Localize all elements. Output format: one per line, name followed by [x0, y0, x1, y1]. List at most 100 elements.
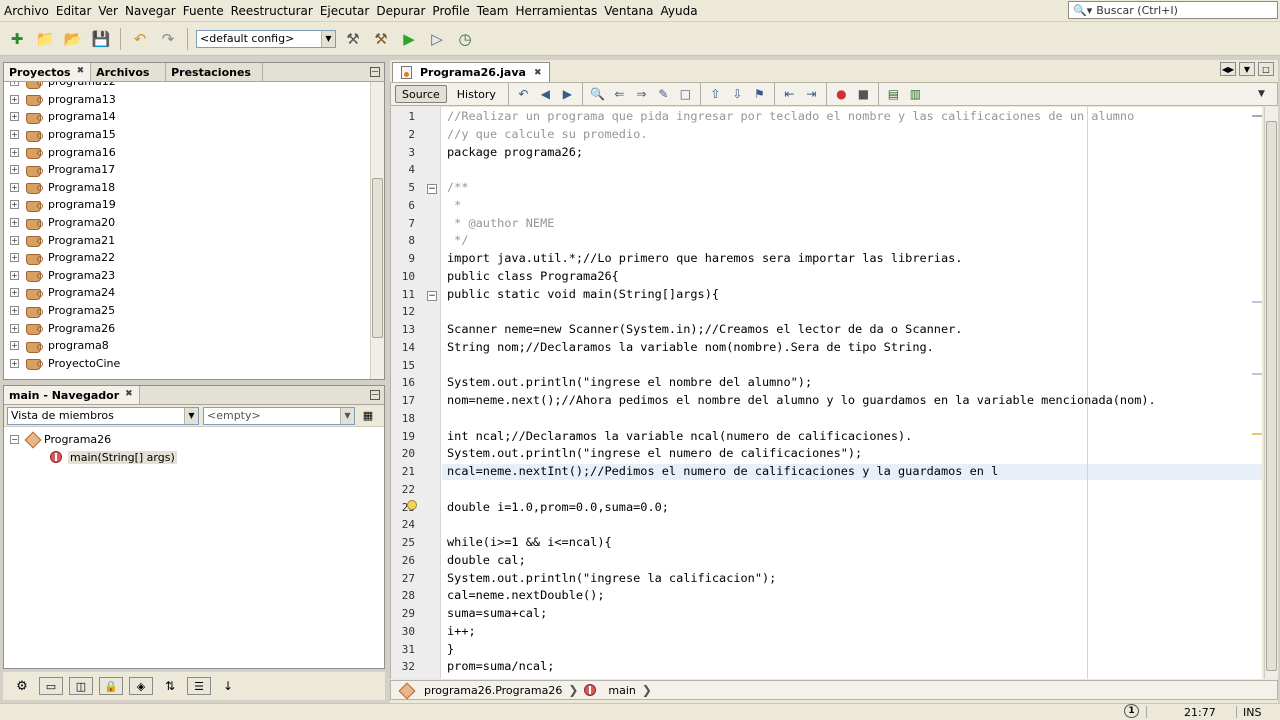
tree-item[interactable]: + Programa25 — [4, 302, 370, 320]
menu-depurar[interactable]: Depurar — [372, 4, 428, 18]
menu-navegar[interactable]: Navegar — [121, 4, 179, 18]
search-input[interactable]: 🔍▾ Buscar (Ctrl+I) — [1068, 1, 1278, 19]
empty-select[interactable]: <empty> ▼ — [203, 406, 355, 425]
close-icon[interactable]: ✖ — [534, 68, 542, 78]
comment-icon[interactable]: ▤ — [884, 85, 903, 103]
expand-icon[interactable]: + — [10, 288, 19, 298]
redo-icon[interactable]: ↷ — [157, 28, 179, 50]
chevron-down-icon[interactable]: ▼ — [1239, 62, 1255, 76]
start-macro-icon[interactable]: ● — [832, 85, 851, 103]
last-edit-icon[interactable]: ↶ — [514, 85, 533, 103]
tree-item[interactable]: + ProyectoCine — [4, 355, 370, 373]
close-icon[interactable]: ✖ — [125, 389, 133, 404]
expand-icon[interactable]: + — [10, 323, 19, 333]
minimize-icon[interactable]: — — [370, 67, 380, 77]
expand-icon[interactable]: + — [10, 147, 19, 157]
clean-build-icon[interactable]: ⚒ — [370, 28, 392, 50]
tab-history[interactable]: History — [450, 85, 503, 103]
code-editor[interactable]: 12345−67891011−1213141516171819202122232… — [390, 107, 1262, 679]
navigator-class-row[interactable]: − Programa26 — [10, 430, 384, 448]
tree-item[interactable]: + programa19 — [4, 196, 370, 214]
warning-mark[interactable] — [1252, 373, 1262, 375]
tree-scrollbar[interactable] — [370, 82, 384, 379]
uncomment-icon[interactable]: ▥ — [906, 85, 925, 103]
expand-icon[interactable]: + — [10, 218, 19, 228]
scrollbar-thumb[interactable] — [1266, 121, 1277, 671]
expand-icon[interactable]: + — [10, 253, 19, 263]
menu-herramientas[interactable]: Herramientas — [511, 4, 600, 18]
new-project-icon[interactable]: 📁 — [34, 28, 56, 50]
navigator-method-row[interactable]: main(String[] args) — [10, 448, 384, 466]
expand-icon[interactable]: + — [10, 341, 19, 351]
expand-icon[interactable]: + — [10, 200, 19, 210]
fields-filter-icon[interactable]: ▭ — [39, 677, 63, 695]
expand-icon[interactable]: + — [10, 165, 19, 175]
expand-toolbar-icon[interactable]: ▼ — [1252, 85, 1271, 103]
static-filter-icon[interactable]: ◫ — [69, 677, 93, 695]
maximize-icon[interactable]: □ — [1258, 62, 1274, 76]
tree-item[interactable]: + Programa23 — [4, 267, 370, 285]
tree-item[interactable]: + Programa26 — [4, 319, 370, 337]
editor-scrollbar[interactable] — [1264, 107, 1278, 679]
warning-mark[interactable] — [1252, 433, 1262, 435]
menu-ayuda[interactable]: Ayuda — [657, 4, 701, 18]
forward-icon[interactable]: ▶ — [558, 85, 577, 103]
tree-item[interactable]: + Programa18 — [4, 179, 370, 197]
tree-item[interactable]: + programa16 — [4, 143, 370, 161]
expand-icon[interactable]: + — [10, 182, 19, 192]
fold-icon[interactable]: − — [427, 184, 437, 194]
menu-editar[interactable]: Editar — [52, 4, 95, 18]
tab-source[interactable]: Source — [395, 85, 447, 103]
notifications-icon[interactable]: 1 — [1124, 704, 1139, 718]
collapse-icon[interactable]: − — [10, 434, 19, 444]
config-select[interactable]: <default config> ▼ — [196, 29, 336, 48]
undo-icon[interactable]: ↶ — [129, 28, 151, 50]
menu-ventana[interactable]: Ventana — [600, 4, 656, 18]
navigator-options-icon[interactable]: ▦ — [359, 407, 377, 425]
scroll-tabs-icon[interactable]: ◀▶ — [1220, 62, 1236, 76]
selection-icon[interactable]: □ — [676, 85, 695, 103]
sort-az-icon[interactable]: ↓ — [217, 675, 239, 697]
back-icon[interactable]: ◀ — [536, 85, 555, 103]
tree-item[interactable]: + programa15 — [4, 126, 370, 144]
find-icon[interactable]: 🔍 — [588, 85, 607, 103]
tree-item[interactable]: + programa8 — [4, 337, 370, 355]
warning-mark[interactable] — [1252, 115, 1262, 117]
expand-icon[interactable]: + — [10, 270, 19, 280]
previous-bookmark-icon[interactable]: ⇧ — [706, 85, 725, 103]
scrollbar-thumb[interactable] — [372, 178, 383, 338]
expand-icon[interactable]: + — [10, 94, 19, 104]
tree-item[interactable]: + programa12 — [4, 82, 370, 91]
profile-icon[interactable]: ◷ — [454, 28, 476, 50]
tree-item[interactable]: + programa14 — [4, 108, 370, 126]
hint-bulb-icon[interactable] — [407, 500, 417, 510]
expand-icon[interactable]: + — [10, 112, 19, 122]
menu-profile[interactable]: Profile — [428, 4, 472, 18]
non-public-filter-icon[interactable]: 🔒 — [99, 677, 123, 695]
member-view-select[interactable]: Vista de miembros ▼ — [7, 406, 199, 425]
menu-archivo[interactable]: Archivo — [0, 4, 52, 18]
minimize-icon[interactable]: — — [370, 390, 380, 400]
menu-team[interactable]: Team — [473, 4, 512, 18]
close-icon[interactable]: ✖ — [77, 66, 85, 81]
run-icon[interactable]: ▶ — [398, 28, 420, 50]
inner-class-filter-icon[interactable]: ◈ — [129, 677, 153, 695]
tree-item[interactable]: + Programa21 — [4, 231, 370, 249]
sort-source-icon[interactable]: ☰ — [187, 677, 211, 695]
build-hammer-icon[interactable]: ⚒ — [342, 28, 364, 50]
tab-proyectos[interactable]: Proyectos ✖ — [4, 63, 92, 81]
stop-macro-icon[interactable]: ■ — [854, 85, 873, 103]
menu-fuente[interactable]: Fuente — [179, 4, 227, 18]
save-all-icon[interactable]: 💾 — [90, 28, 112, 50]
expand-icon[interactable]: + — [10, 82, 19, 87]
find-previous-icon[interactable]: ⇐ — [610, 85, 629, 103]
menu-ver[interactable]: Ver — [94, 4, 121, 18]
shift-right-icon[interactable]: ⇥ — [802, 85, 821, 103]
tree-item[interactable]: + Programa17 — [4, 161, 370, 179]
tree-item[interactable]: + Programa24 — [4, 284, 370, 302]
tab-navigator[interactable]: main - Navegador ✖ — [4, 386, 140, 404]
tab-prestaciones[interactable]: Prestaciones — [166, 63, 264, 81]
toggle-bookmark-icon[interactable]: ⚑ — [750, 85, 769, 103]
debug-icon[interactable]: ▷ — [426, 28, 448, 50]
breadcrumb-class[interactable]: programa26.Programa26 — [424, 684, 562, 697]
